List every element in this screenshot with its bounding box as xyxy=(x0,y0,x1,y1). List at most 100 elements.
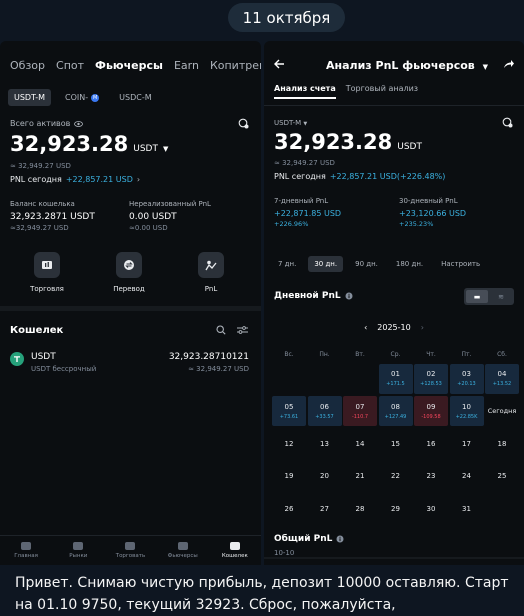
calendar-day[interactable]: 24 xyxy=(450,461,484,491)
nav-spot[interactable]: Спот xyxy=(56,59,84,72)
calendar-day[interactable]: 06 +33.57 xyxy=(307,396,342,426)
subtab-usdc-m[interactable]: USDC-M xyxy=(113,89,157,106)
bottom-nav-wallet[interactable]: Кошелек xyxy=(210,542,260,559)
calendar-day[interactable]: 15 xyxy=(379,429,413,459)
calendar-day[interactable]: 28 xyxy=(343,494,377,524)
calendar-day[interactable]: 17 xyxy=(450,429,484,459)
calendar-day[interactable]: 13 xyxy=(308,429,342,459)
calendar-day[interactable]: 21 xyxy=(343,461,377,491)
calendar-day[interactable]: 12 xyxy=(272,429,306,459)
bottom-nav-futures[interactable]: Фьючерсы xyxy=(158,542,208,559)
tab-trade-analysis[interactable]: Торговый анализ xyxy=(346,84,418,99)
weekday: Ср. xyxy=(390,350,401,358)
calendar-day[interactable]: 22 xyxy=(379,461,413,491)
calendar-day[interactable]: 04 +13.52 xyxy=(485,363,519,394)
period-custom[interactable]: Настроить xyxy=(435,256,486,272)
total-assets-unit[interactable]: USDT xyxy=(133,144,158,154)
search-icon[interactable] xyxy=(216,325,226,335)
trade-action[interactable]: Торговля xyxy=(17,252,77,293)
transfer-action[interactable]: Перевод xyxy=(99,252,159,293)
period-180d[interactable]: 180 дн. xyxy=(390,256,429,272)
pnl-analysis-screen: Анализ PnL фьючерсов ▼ Анализ счета Торг… xyxy=(264,41,524,565)
bottom-nav-markets[interactable]: Рынки xyxy=(53,542,103,559)
tab-account-analysis[interactable]: Анализ счета xyxy=(274,84,336,99)
calendar-today[interactable]: Сегодня xyxy=(485,396,519,426)
view-toggle: ▬ ≋ xyxy=(464,288,514,305)
total-assets-value: 32,923.28 xyxy=(10,132,129,156)
eye-icon[interactable] xyxy=(74,120,84,127)
date-pill: 11 октября xyxy=(228,3,345,32)
bottom-nav-trade[interactable]: Торговать xyxy=(105,542,155,559)
calendar-day[interactable]: 07 -110.7 xyxy=(343,396,377,426)
info-icon[interactable] xyxy=(345,292,353,300)
calendar-day[interactable]: 10 +22.85K xyxy=(449,396,484,426)
total-assets-approx: ≈ 32,949.27 USD xyxy=(10,162,71,170)
calendar-day[interactable]: 23 xyxy=(414,461,448,491)
subtab-usdt-m[interactable]: USDT-M xyxy=(8,89,52,106)
subtab-coin-m[interactable]: COIN- M xyxy=(59,89,105,106)
calendar-day[interactable]: 27 xyxy=(308,494,342,524)
asset-name[interactable]: USDT xyxy=(31,352,56,362)
calendar-day[interactable]: 03 +20.13 xyxy=(449,363,484,394)
filter-icon[interactable] xyxy=(237,325,248,335)
futures-wallet-screen: Обзор Спот Фьючерсы Earn Копитрейдинг ф … xyxy=(0,41,261,565)
period-7d[interactable]: 7 дн. xyxy=(272,256,302,272)
calendar-day[interactable]: 09 -109.58 xyxy=(414,396,448,426)
calendar-day[interactable]: 25 xyxy=(485,461,519,491)
calendar-day[interactable]: 18 xyxy=(485,429,519,459)
month-nav: ‹ 2025-10 › xyxy=(264,323,524,332)
futures-subtabs: USDT-M COIN- M USDC-M xyxy=(8,89,158,106)
calendar-day[interactable]: 08 +127.49 xyxy=(378,396,413,426)
currency-select[interactable]: USDT-M ▼ xyxy=(274,119,307,127)
empty-day xyxy=(308,364,342,394)
calendar-day[interactable]: 14 xyxy=(343,429,377,459)
analysis-total: 32,923.28 USDT xyxy=(274,130,422,154)
analysis-pnl-today: PNL сегодня +22,857.21 USD(+226.48%) xyxy=(274,172,446,181)
share-icon[interactable] xyxy=(503,59,514,69)
weekday: Вс. xyxy=(284,350,294,358)
nav-copytrading[interactable]: Копитрейдинг ф xyxy=(210,59,261,72)
nav-overview[interactable]: Обзор xyxy=(10,59,45,72)
pnl-today[interactable]: PNL сегодня +22,857.21 USD › xyxy=(10,175,140,184)
info-icon[interactable] xyxy=(336,535,344,543)
history-icon[interactable] xyxy=(238,118,249,129)
week-row: 19 20 21 22 23 24 25 xyxy=(272,461,521,494)
total-pnl-date: 10-10 xyxy=(274,549,295,557)
unrealized-pnl-value: 0.00 USDT xyxy=(129,212,177,222)
calendar-day[interactable]: 31 xyxy=(450,494,484,524)
calendar-day[interactable]: 16 xyxy=(414,429,448,459)
pnl-analysis-title[interactable]: Анализ PnL фьючерсов ▼ xyxy=(326,59,488,72)
calendar-day[interactable]: 26 xyxy=(272,494,306,524)
weekday: Вт. xyxy=(355,350,365,358)
caret-down-icon[interactable]: ▼ xyxy=(163,145,168,153)
chart-view-icon[interactable]: ≋ xyxy=(490,290,512,303)
weekday-header: Вс. Пн. Вт. Ср. Чт. Пт. Сб. xyxy=(272,347,521,364)
month-label: 2025-10 xyxy=(377,323,411,332)
calendar-day[interactable]: 01 +171.5 xyxy=(378,363,413,394)
analysis-total-approx: ≈ 32,949.27 USD xyxy=(274,159,335,167)
calendar-view-icon[interactable]: ▬ xyxy=(466,290,488,303)
calendar-day[interactable]: 20 xyxy=(308,461,342,491)
calendar-day[interactable]: 19 xyxy=(272,461,306,491)
calendar-day[interactable]: 02 +128.53 xyxy=(414,363,448,394)
transfer-icon xyxy=(116,252,142,278)
history-icon[interactable] xyxy=(502,117,513,128)
prev-month-icon[interactable]: ‹ xyxy=(364,323,367,332)
nav-futures[interactable]: Фьючерсы xyxy=(95,59,163,72)
period-30d[interactable]: 30 дн. xyxy=(308,256,344,272)
wallet-balance-label: Баланс кошелька xyxy=(10,200,75,208)
next-month-icon[interactable]: › xyxy=(421,323,424,332)
chart-icon xyxy=(73,542,84,550)
pnl7-pct: +226.96% xyxy=(274,220,309,228)
back-arrow-icon[interactable] xyxy=(274,59,285,69)
pnl-action[interactable]: PnL xyxy=(181,252,241,293)
analysis-total-value: 32,923.28 xyxy=(274,130,393,154)
calendar-day[interactable]: 29 xyxy=(379,494,413,524)
nav-earn[interactable]: Earn xyxy=(174,59,199,72)
calendar-day[interactable]: 30 xyxy=(414,494,448,524)
period-90d[interactable]: 90 дн. xyxy=(349,256,384,272)
bottom-nav-home[interactable]: Главная xyxy=(1,542,51,559)
calendar-day[interactable]: 05 +73.61 xyxy=(272,396,306,426)
section-divider xyxy=(264,557,524,559)
week-row: 12 13 14 15 16 17 18 xyxy=(272,429,521,462)
